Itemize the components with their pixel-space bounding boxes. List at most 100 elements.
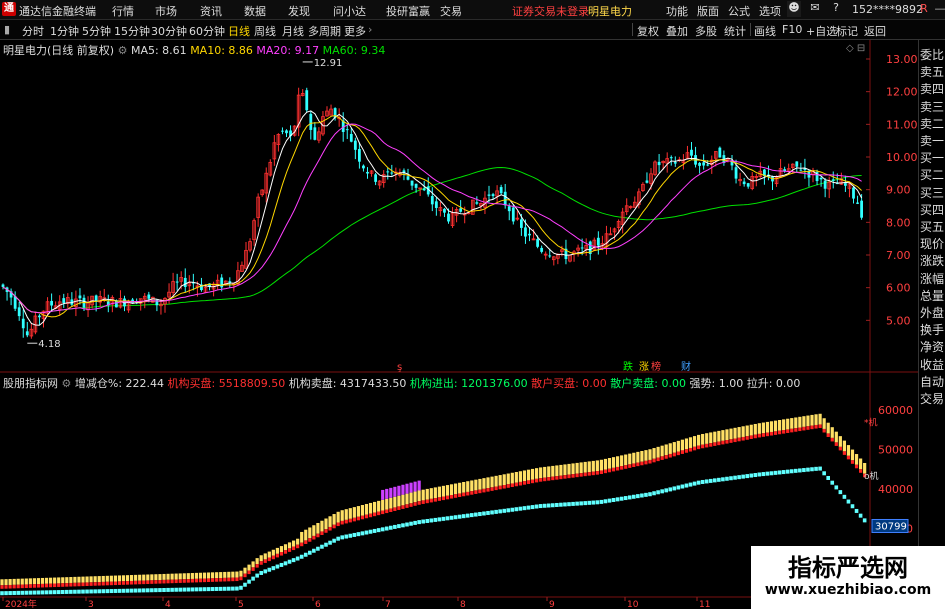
menu-wenxiaoda[interactable]: 问小达 [333, 3, 366, 19]
cyan-bar [599, 499, 604, 504]
yellow-bar [381, 499, 385, 511]
red-bar [753, 434, 757, 439]
yellow-bar [275, 547, 279, 554]
menu-gongshi[interactable]: 公式 [728, 3, 750, 19]
r-button[interactable]: R [916, 1, 932, 17]
tab-30min[interactable]: 30分钟 [151, 23, 187, 39]
high-price-label: 12.91 [314, 58, 343, 69]
menu-shichang[interactable]: 市场 [155, 3, 177, 19]
yellow-bar [814, 414, 818, 425]
yellow-bar [57, 577, 61, 584]
toolbar-menu-icon[interactable]: ▮ [4, 23, 10, 36]
tab-weekly[interactable]: 周线 [254, 23, 276, 39]
tab-multi-period[interactable]: 多周期 [308, 23, 341, 39]
menu-xuanxiang[interactable]: 选项 [759, 3, 781, 19]
minimize-icon[interactable]: — [932, 1, 945, 17]
yellow-bar [510, 472, 514, 484]
candle-body-down [536, 239, 539, 247]
btn-add-watchlist[interactable]: +自选 [806, 23, 837, 39]
indicator-settings-icon[interactable]: ⚙ [62, 377, 72, 390]
candle-body-down [718, 147, 722, 158]
tab-monthly[interactable]: 月线 [282, 23, 304, 39]
menu-gongneng[interactable]: 功能 [666, 3, 688, 19]
btn-fanhui[interactable]: 返回 [864, 23, 886, 39]
cyan-bar [60, 590, 65, 595]
yellow-bar [166, 573, 170, 580]
account-number[interactable]: 152****9892 [852, 3, 923, 16]
yellow-bar [53, 577, 57, 584]
btn-tongji[interactable]: 统计 [724, 23, 746, 39]
sidepanel-label: 买一 [920, 151, 945, 166]
event-marker: 跌 [623, 360, 633, 373]
red-bar [142, 580, 146, 585]
menu-touyanfuying[interactable]: 投研富赢 [386, 3, 430, 19]
red-bar [239, 576, 243, 581]
settings-icon[interactable]: ⚙ [118, 44, 128, 57]
purple-bar [401, 484, 405, 495]
ls-label: 拉升: 0.00 [746, 377, 801, 390]
tab-15min[interactable]: 15分钟 [114, 23, 150, 39]
ma20-polyline [2, 123, 862, 314]
btn-f10[interactable]: F10 [782, 23, 802, 36]
menu-banmian[interactable]: 版面 [697, 3, 719, 19]
red-bar [368, 513, 373, 518]
menu-jiaoyi[interactable]: 交易 [440, 3, 462, 19]
yellow-bar [44, 577, 49, 584]
yellow-bar [684, 438, 689, 450]
user-avatar-icon[interactable]: ☻ [787, 1, 801, 17]
red-bar [401, 505, 405, 509]
red-bar [462, 492, 466, 497]
cyan-bar [162, 587, 166, 592]
btn-diejia[interactable]: 叠加 [666, 23, 688, 39]
chevron-right-icon[interactable]: › [368, 23, 372, 36]
menu-hangqing[interactable]: 行情 [112, 3, 134, 19]
ma5-label: MA5: 8.61 [130, 44, 187, 57]
notification-icon[interactable]: ✉ [808, 1, 822, 17]
cyan-bar [798, 468, 802, 473]
yellow-bar [150, 574, 154, 581]
sidepanel-label: 委比 [920, 48, 945, 62]
yellow-bar [239, 570, 243, 577]
cyan-bar [684, 483, 689, 488]
cyan-bar [660, 489, 664, 494]
cyan-bar [575, 501, 579, 506]
sidepanel-label: 卖五 [920, 65, 945, 80]
tab-daily[interactable]: 日线 [228, 23, 250, 39]
help-icon[interactable]: ? [829, 1, 843, 17]
yellow-bar [287, 542, 292, 549]
red-bar [40, 583, 45, 588]
btn-duogu[interactable]: 多股 [695, 23, 717, 39]
yellow-bar [385, 498, 389, 510]
btn-huaxian[interactable]: 画线 [754, 23, 776, 39]
yellow-bar [676, 440, 680, 452]
red-bar [65, 583, 69, 587]
candle-body-down [175, 281, 179, 283]
btn-biaoji[interactable]: 标记 [836, 23, 858, 39]
cyan-bar [449, 515, 454, 520]
red-bar [247, 570, 251, 575]
tab-more[interactable]: 更多 [344, 23, 366, 39]
candle-body-down [528, 233, 531, 236]
red-bar [24, 584, 28, 589]
yellow-bar [741, 426, 745, 437]
month-label: 3 [88, 600, 94, 609]
candle-body-down [414, 183, 418, 188]
btn-fuquan[interactable]: 复权 [637, 23, 659, 39]
login-status[interactable]: 证券交易未登录 [512, 3, 589, 19]
tab-60min[interactable]: 60分钟 [189, 23, 225, 39]
yellow-bar [125, 575, 130, 582]
yellow-bar [198, 572, 203, 579]
cyan-bar [526, 505, 531, 510]
menu-zixun[interactable]: 资讯 [200, 3, 222, 19]
menu-faxian[interactable]: 发现 [288, 3, 310, 19]
yellow-bar [733, 427, 737, 439]
red-bar [389, 508, 393, 513]
collapse-icon[interactable]: ◇ ⊟ [846, 43, 865, 54]
kline-chart[interactable]: 13.00 12.00 11.00 10.00 9.00 8.00 7.00 6.00 5.00… [0, 40, 918, 609]
menu-shuju[interactable]: 数据 [244, 3, 266, 19]
tab-fenshi[interactable]: 分时 [22, 23, 44, 39]
tab-1min[interactable]: 1分钟 [50, 23, 79, 39]
yellow-bar [32, 578, 36, 585]
tab-5min[interactable]: 5分钟 [82, 23, 111, 39]
red-bar [61, 583, 65, 587]
